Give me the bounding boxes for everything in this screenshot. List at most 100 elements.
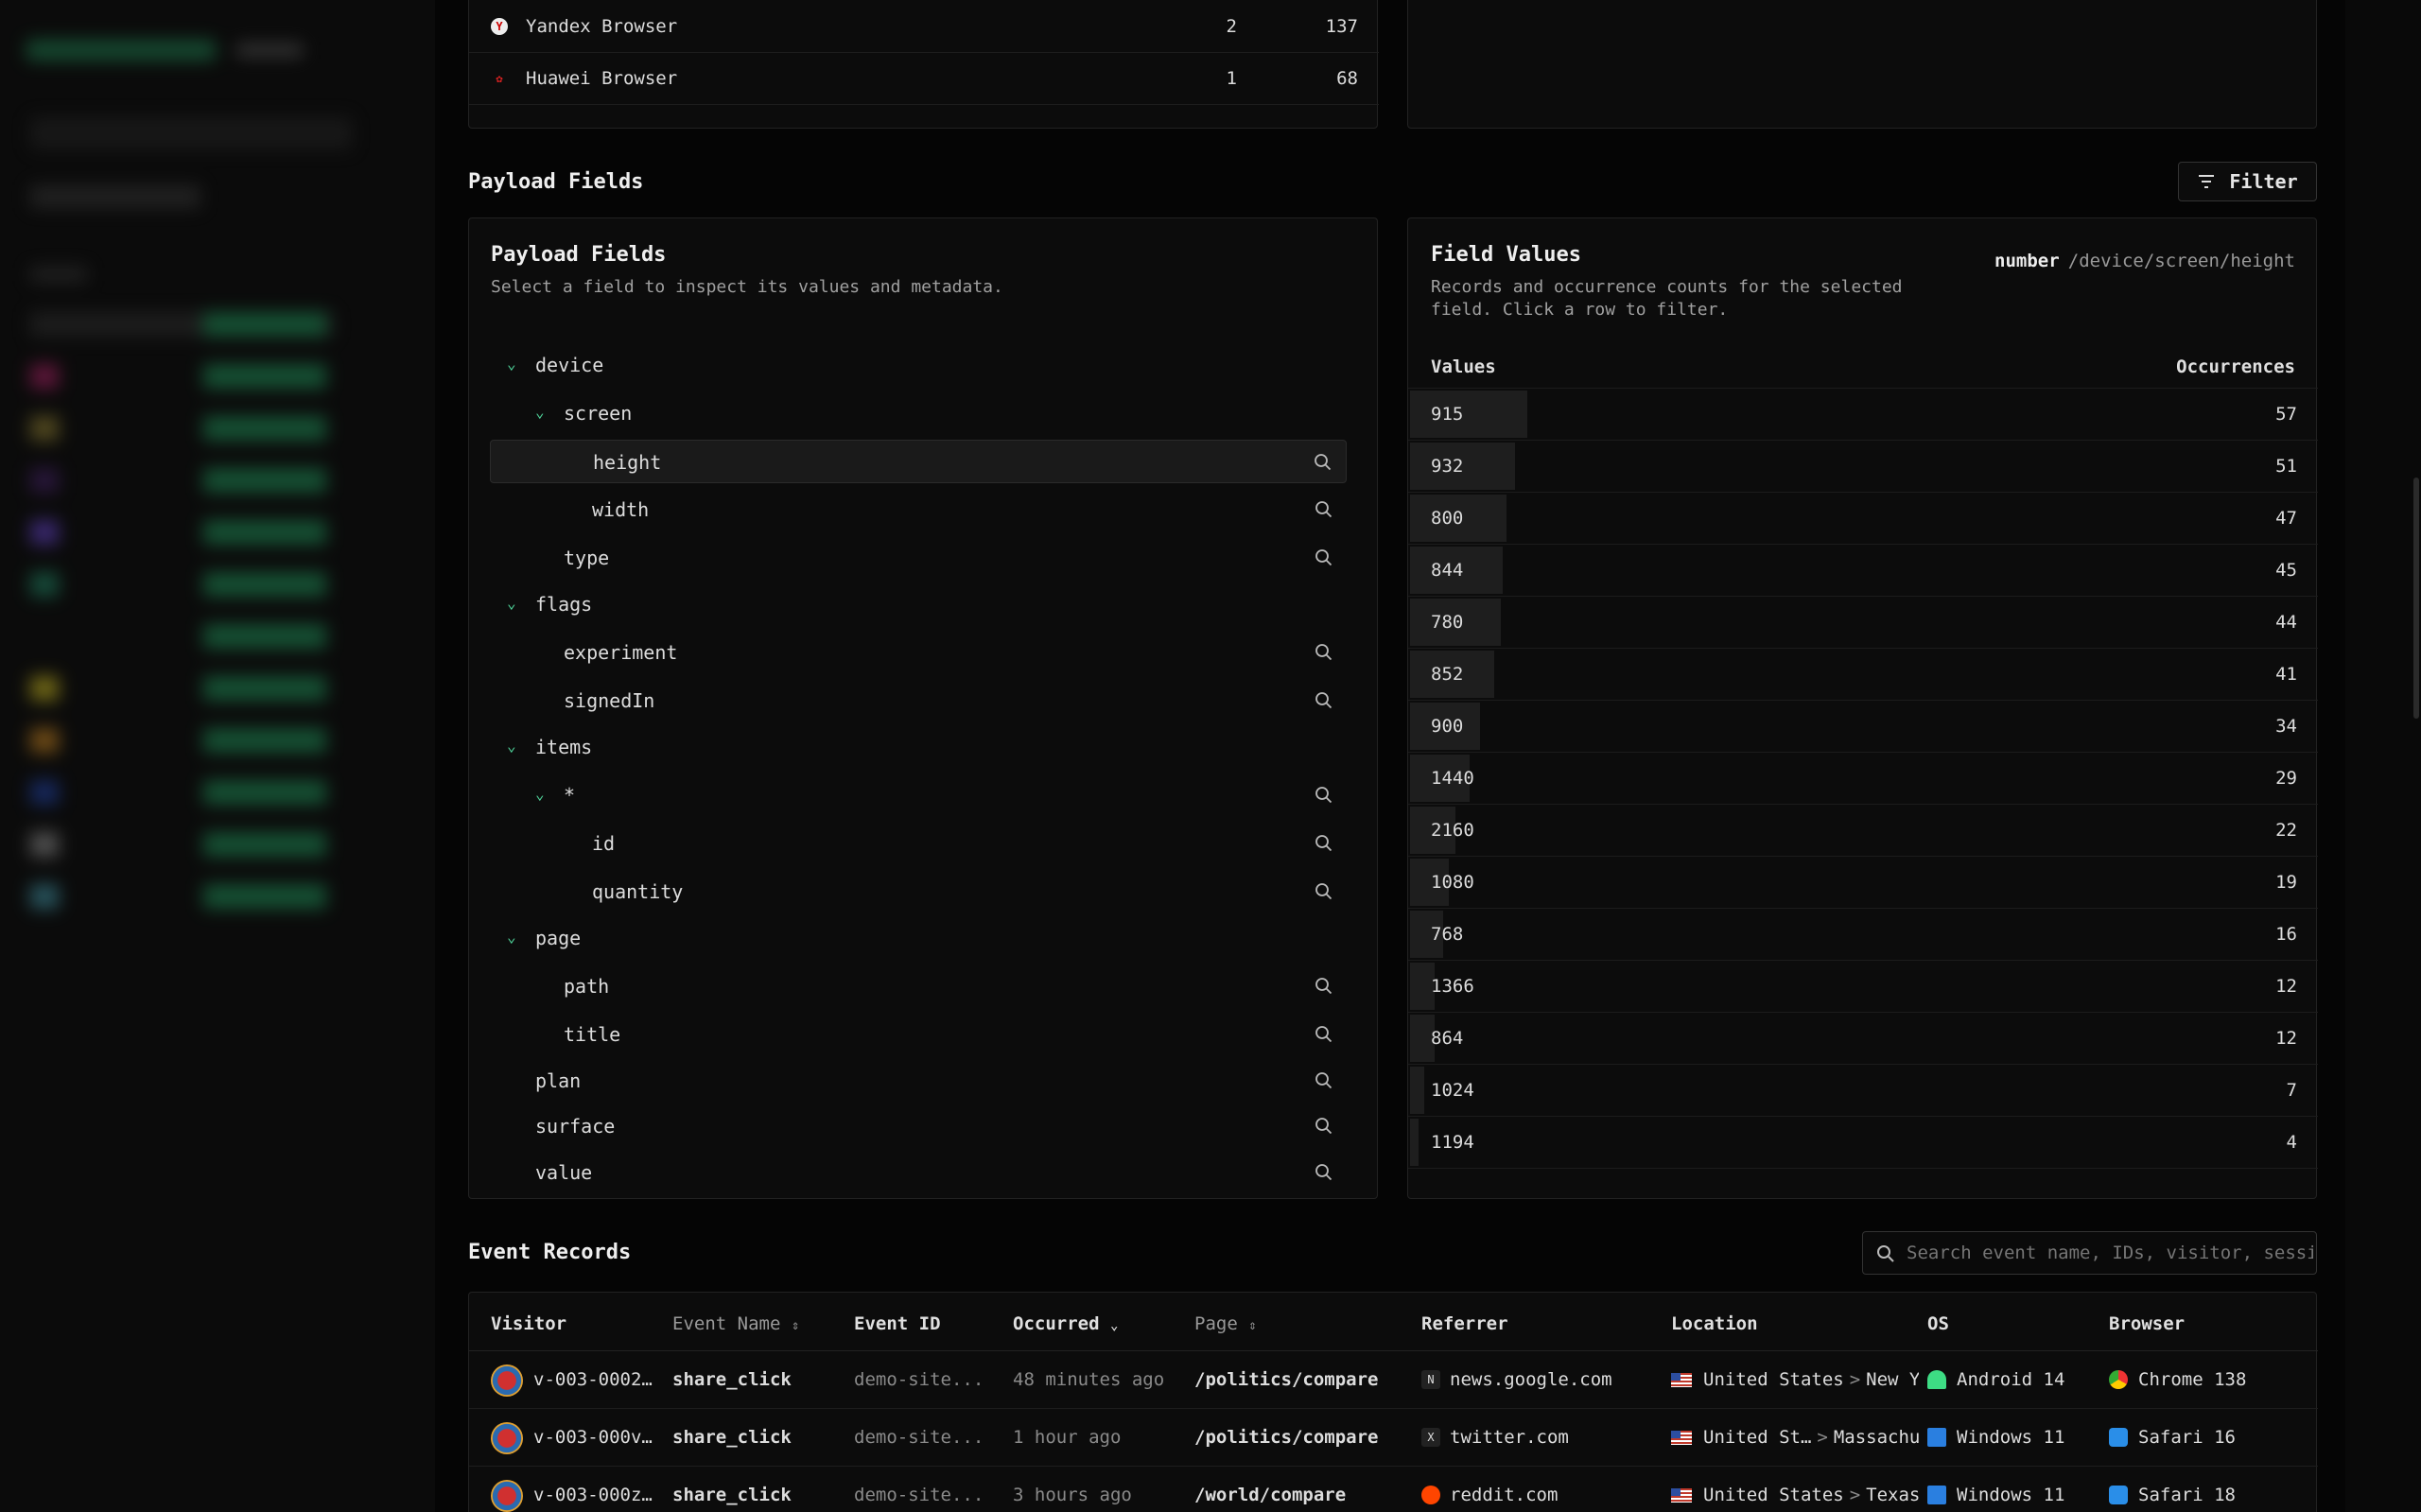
search-icon[interactable]: [1315, 1163, 1333, 1182]
safari-icon: [2109, 1428, 2128, 1447]
chevron-down-icon[interactable]: ⌄: [507, 355, 516, 373]
visitor-id[interactable]: v-003-000v…: [533, 1427, 653, 1448]
event-id: demo-site...: [854, 1369, 984, 1390]
field-value-row[interactable]: 800 47: [1408, 493, 2318, 545]
referrer-domain[interactable]: reddit.com: [1450, 1485, 1558, 1505]
browser-name: Chrome 138: [2138, 1369, 2247, 1390]
field-value-row[interactable]: 852 41: [1408, 649, 2318, 701]
field-value-row[interactable]: 915 57: [1408, 389, 2318, 441]
tree-item-title[interactable]: title: [490, 1013, 1347, 1056]
tree-item-plan[interactable]: plan: [490, 1059, 1347, 1103]
referrer-domain[interactable]: news.google.com: [1450, 1369, 1612, 1390]
tree-item-surface[interactable]: surface: [490, 1104, 1347, 1148]
referrer-domain[interactable]: twitter.com: [1450, 1427, 1569, 1448]
occurred-time: 3 hours ago: [1013, 1485, 1132, 1505]
field-value-row[interactable]: 780 44: [1408, 597, 2318, 649]
browser-row[interactable]: Y Yandex Browser 2 137: [469, 1, 1379, 53]
search-icon[interactable]: [1315, 1071, 1333, 1090]
visitor-id[interactable]: v-003-000z…: [533, 1485, 653, 1505]
chevron-down-icon[interactable]: ⌄: [507, 594, 516, 612]
col-browser[interactable]: Browser: [2109, 1313, 2185, 1334]
search-icon[interactable]: [1315, 834, 1333, 853]
col-occurred-label: Occurred: [1013, 1313, 1100, 1334]
event-search-input[interactable]: [1907, 1232, 2313, 1274]
tree-item-page[interactable]: ⌄ page: [490, 916, 1347, 960]
event-records-title: Event Records: [468, 1241, 632, 1264]
occurrence-count: 34: [2275, 716, 2297, 737]
page-scrollbar[interactable]: [2413, 478, 2419, 719]
tree-item-wildcard[interactable]: ⌄ *: [490, 773, 1347, 817]
col-os[interactable]: OS: [1927, 1313, 1949, 1334]
search-icon[interactable]: [1314, 453, 1332, 472]
field-value-row[interactable]: 2160 22: [1408, 805, 2318, 857]
col-referrer[interactable]: Referrer: [1421, 1313, 1508, 1334]
search-icon[interactable]: [1315, 1025, 1333, 1044]
region: Texas: [1866, 1485, 1919, 1505]
event-search-field[interactable]: [1862, 1231, 2317, 1275]
field-values-title: Field Values: [1431, 243, 1581, 267]
col-visitor[interactable]: Visitor: [491, 1313, 566, 1334]
search-icon[interactable]: [1315, 786, 1333, 805]
field-value-row[interactable]: 1366 12: [1408, 961, 2318, 1013]
tree-item-quantity[interactable]: quantity: [490, 870, 1347, 913]
location: United States > Texas: [1671, 1485, 1919, 1505]
search-icon[interactable]: [1315, 977, 1333, 996]
tree-item-type[interactable]: type: [490, 536, 1347, 580]
page-path[interactable]: /politics/compare: [1194, 1369, 1378, 1390]
search-icon[interactable]: [1315, 643, 1333, 662]
field-value-row[interactable]: 932 51: [1408, 441, 2318, 493]
tree-item-experiment[interactable]: experiment: [490, 631, 1347, 674]
avatar: [491, 1480, 523, 1512]
adjacent-card: [1407, 0, 2317, 129]
field-values-subtitle-2: field. Click a row to filter.: [1431, 300, 1729, 320]
col-event-id[interactable]: Event ID: [854, 1313, 941, 1334]
tree-item-flags[interactable]: ⌄ flags: [490, 582, 1347, 626]
field-value-row[interactable]: 844 45: [1408, 545, 2318, 597]
field-value-row[interactable]: 864 12: [1408, 1013, 2318, 1065]
search-icon[interactable]: [1315, 882, 1333, 901]
tree-item-items[interactable]: ⌄ items: [490, 725, 1347, 769]
tree-item-screen[interactable]: ⌄ screen: [490, 391, 1347, 435]
tree-item-signedIn[interactable]: signedIn: [490, 679, 1347, 722]
search-icon[interactable]: [1315, 548, 1333, 567]
field-value-row[interactable]: 768 16: [1408, 909, 2318, 961]
tree-item-width[interactable]: width: [490, 488, 1347, 531]
occurred-time: 48 minutes ago: [1013, 1369, 1165, 1390]
field-value: 1440: [1431, 768, 1474, 789]
browser-name: Yandex Browser: [526, 16, 678, 37]
field-value-row[interactable]: 900 34: [1408, 701, 2318, 753]
page-path[interactable]: /politics/compare: [1194, 1427, 1378, 1448]
us-flag-icon: [1671, 1373, 1692, 1387]
chevron-down-icon[interactable]: ⌄: [535, 785, 545, 803]
search-icon[interactable]: [1315, 691, 1333, 710]
col-page[interactable]: Page ⇕: [1194, 1313, 1257, 1334]
tree-item-path[interactable]: path: [490, 965, 1347, 1008]
col-location[interactable]: Location: [1671, 1313, 1758, 1334]
table-row[interactable]: v-003-000v… share_click demo-site... 1 hour…: [469, 1409, 2318, 1467]
chevron-down-icon[interactable]: ⌄: [535, 403, 545, 421]
col-occurred[interactable]: Occurred ⌄: [1013, 1313, 1118, 1334]
field-value-row[interactable]: 1024 7: [1408, 1065, 2318, 1117]
table-row[interactable]: v-003-0002… share_click demo-site... 48 min…: [469, 1351, 2318, 1409]
tree-item-device[interactable]: ⌄ device: [490, 343, 1347, 387]
occurrence-count: 41: [2275, 664, 2297, 685]
table-row[interactable]: v-003-000z… share_click demo-site... 3 hour…: [469, 1467, 2318, 1512]
field-value-row[interactable]: 1440 29: [1408, 753, 2318, 805]
field-value: 780: [1431, 612, 1464, 633]
browser-row[interactable]: ✿ Huawei Browser 1 68: [469, 53, 1379, 105]
search-icon[interactable]: [1315, 500, 1333, 519]
chevron-down-icon[interactable]: ⌄: [507, 928, 516, 946]
chevron-down-icon[interactable]: ⌄: [507, 737, 516, 755]
field-value-row[interactable]: 1194 4: [1408, 1117, 2318, 1169]
tree-item-id[interactable]: id: [490, 822, 1347, 865]
search-icon[interactable]: [1315, 1117, 1333, 1136]
tree-item-height[interactable]: height: [490, 440, 1347, 483]
sidebar-backdrop: [0, 0, 435, 1512]
visitor-id[interactable]: v-003-0002…: [533, 1369, 653, 1390]
field-value-row[interactable]: 1080 19: [1408, 857, 2318, 909]
filter-button[interactable]: Filter: [2178, 162, 2317, 201]
col-event-name[interactable]: Event Name ⇕: [672, 1313, 799, 1334]
page-path[interactable]: /world/compare: [1194, 1485, 1346, 1505]
tree-item-value[interactable]: value: [490, 1151, 1347, 1194]
tree-item-label: plan: [535, 1069, 582, 1092]
